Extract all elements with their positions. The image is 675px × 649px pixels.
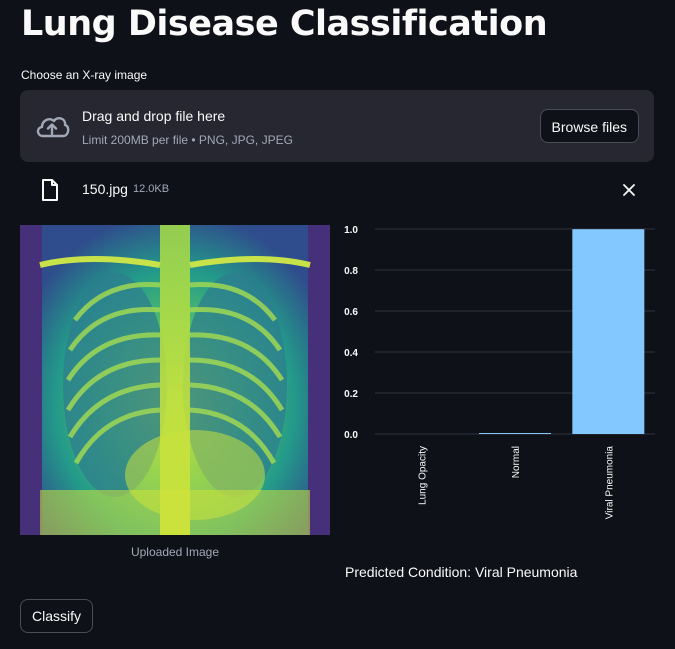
dropzone-instructions: Drag and drop file here — [82, 108, 226, 124]
image-caption: Uploaded Image — [130, 545, 220, 559]
y-tick-label: 0.0 — [344, 430, 358, 441]
y-tick-label: 0.6 — [344, 307, 358, 318]
dropzone-limit-text: Limit 200MB per file • PNG, JPG, JPEG — [82, 133, 293, 147]
uploaded-xray-image — [20, 225, 330, 535]
x-tick-label: Viral Pneumonia — [604, 446, 615, 520]
y-tick-label: 0.4 — [344, 348, 358, 359]
browse-files-button[interactable]: Browse files — [539, 109, 639, 143]
page-title: Lung Disease Classification — [21, 4, 548, 44]
close-icon[interactable] — [620, 181, 638, 199]
y-tick-label: 0.8 — [344, 266, 358, 277]
classify-button[interactable]: Classify — [20, 599, 94, 633]
x-tick-label: Lung Opacity — [418, 446, 429, 505]
y-tick-label: 0.2 — [344, 389, 358, 400]
uploaded-file-size: 12.0KB — [133, 183, 170, 195]
uploader-label: Choose an X-ray image — [21, 68, 148, 82]
cloud-upload-icon — [36, 117, 70, 138]
file-dropzone[interactable]: Drag and drop file here Limit 200MB per … — [20, 90, 654, 162]
y-tick-label: 1.0 — [344, 225, 358, 236]
prediction-bar-chart: 0.0 0.2 0.4 0.6 0.8 1.0 Lung Opacity Normal Vira… — [344, 225, 655, 520]
x-tick-label: Normal — [511, 446, 522, 478]
uploaded-file-row: 150.jpg 12.0KB — [20, 174, 654, 206]
bar — [572, 229, 645, 434]
bar — [479, 433, 551, 434]
file-icon — [42, 179, 58, 201]
uploaded-file-name: 150.jpg — [82, 181, 128, 197]
predicted-condition-text: Predicted Condition: Viral Pneumonia — [345, 564, 578, 580]
